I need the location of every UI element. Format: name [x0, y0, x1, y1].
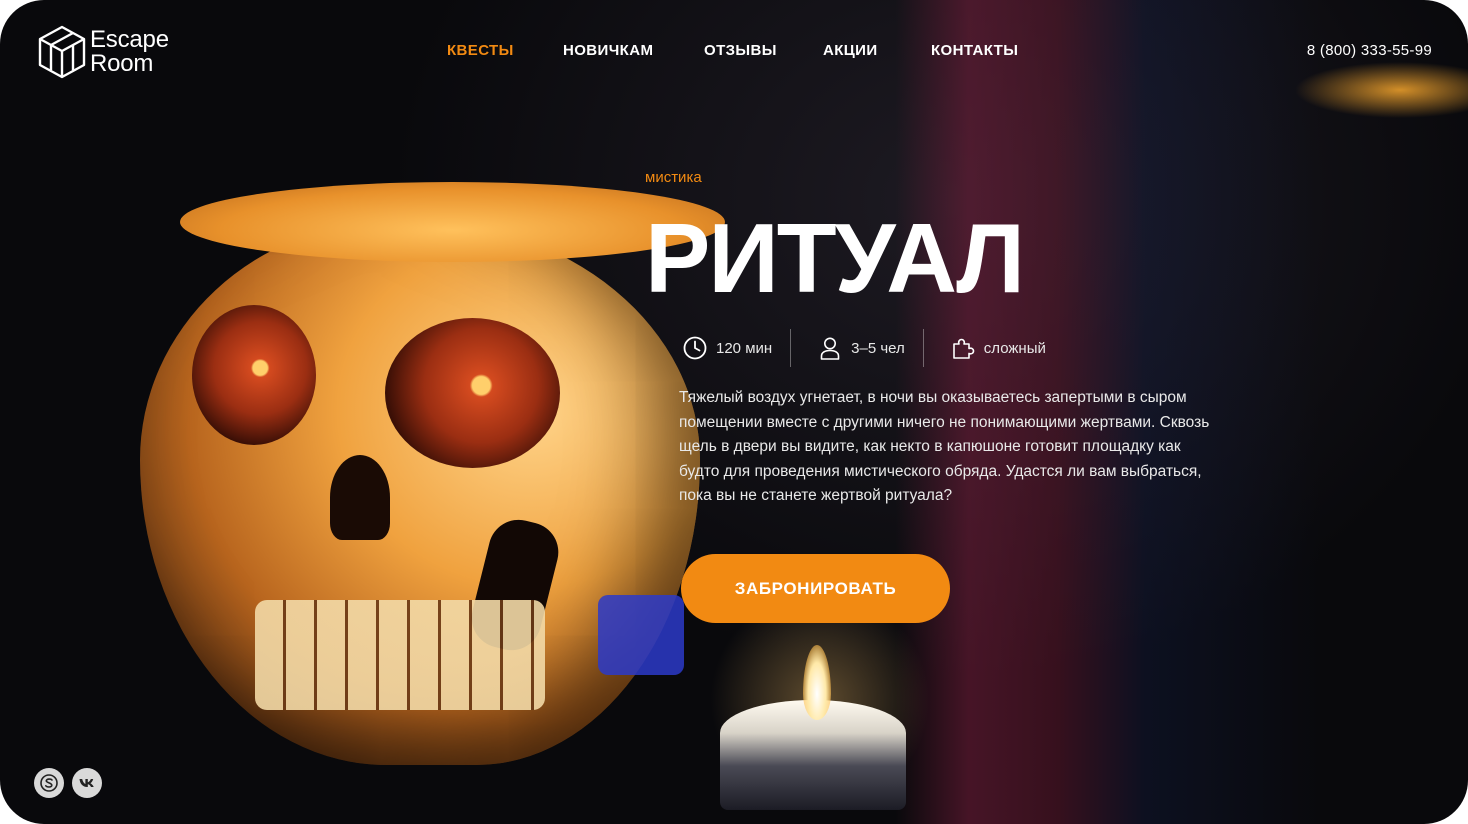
vk-icon: [79, 779, 94, 787]
puzzle-piece-image: [598, 595, 684, 675]
logo-line-2: Room: [90, 50, 154, 77]
fact-difficulty-label: сложный: [983, 339, 1046, 357]
fact-players: 3–5 чел: [817, 335, 905, 361]
puzzle-icon: [952, 338, 975, 359]
skype-icon: [40, 774, 58, 792]
fact-players-label: 3–5 чел: [851, 339, 905, 357]
person-icon: [820, 337, 840, 360]
cube-logo-icon: [38, 25, 86, 79]
page-frame: Escape Room КВЕСТЫ НОВИЧКАМ ОТЗЫВЫ АКЦИИ…: [0, 0, 1468, 824]
book-button[interactable]: ЗАБРОНИРОВАТЬ: [681, 554, 950, 623]
fact-duration: 120 мин: [682, 335, 772, 361]
fact-difficulty: сложный: [950, 335, 1046, 361]
fact-divider: [790, 329, 792, 367]
quest-facts: 120 мин 3–5 чел сложный: [682, 329, 1046, 367]
quest-description: Тяжелый воздух угнетает, в ночи вы оказы…: [679, 389, 1210, 504]
skull-eye-left: [192, 305, 316, 445]
skull-nose: [330, 455, 390, 540]
phone-link[interactable]: 8 (800) 333-55-99: [1307, 40, 1432, 62]
skull-eye-right: [385, 318, 560, 468]
fact-duration-label: 120 мин: [716, 339, 773, 357]
logo[interactable]: Escape Room: [36, 24, 169, 80]
clock-icon: [683, 336, 707, 360]
social-vk-link[interactable]: [72, 768, 102, 798]
logo-line-1: Escape: [90, 26, 169, 53]
logo-text: Escape Room: [90, 28, 169, 76]
skull-teeth: [255, 600, 545, 710]
nav-item-newbies[interactable]: НОВИЧКАМ: [563, 40, 704, 62]
nav-item-contacts[interactable]: КОНТАКТЫ: [931, 40, 1031, 62]
main-nav: КВЕСТЫ НОВИЧКАМ ОТЗЫВЫ АКЦИИ КОНТАКТЫ: [447, 40, 1031, 62]
nav-item-promotions[interactable]: АКЦИИ: [823, 40, 931, 62]
fact-divider: [922, 329, 924, 367]
quest-title: РИТУАЛ: [645, 203, 1025, 313]
quest-genre: мистика: [645, 169, 702, 186]
skull-bowl-rim: [180, 182, 725, 262]
social-links: [34, 768, 102, 798]
nav-item-quests[interactable]: КВЕСТЫ: [447, 40, 563, 62]
nav-item-reviews[interactable]: ОТЗЫВЫ: [704, 40, 823, 62]
social-skype-link[interactable]: [34, 768, 64, 798]
